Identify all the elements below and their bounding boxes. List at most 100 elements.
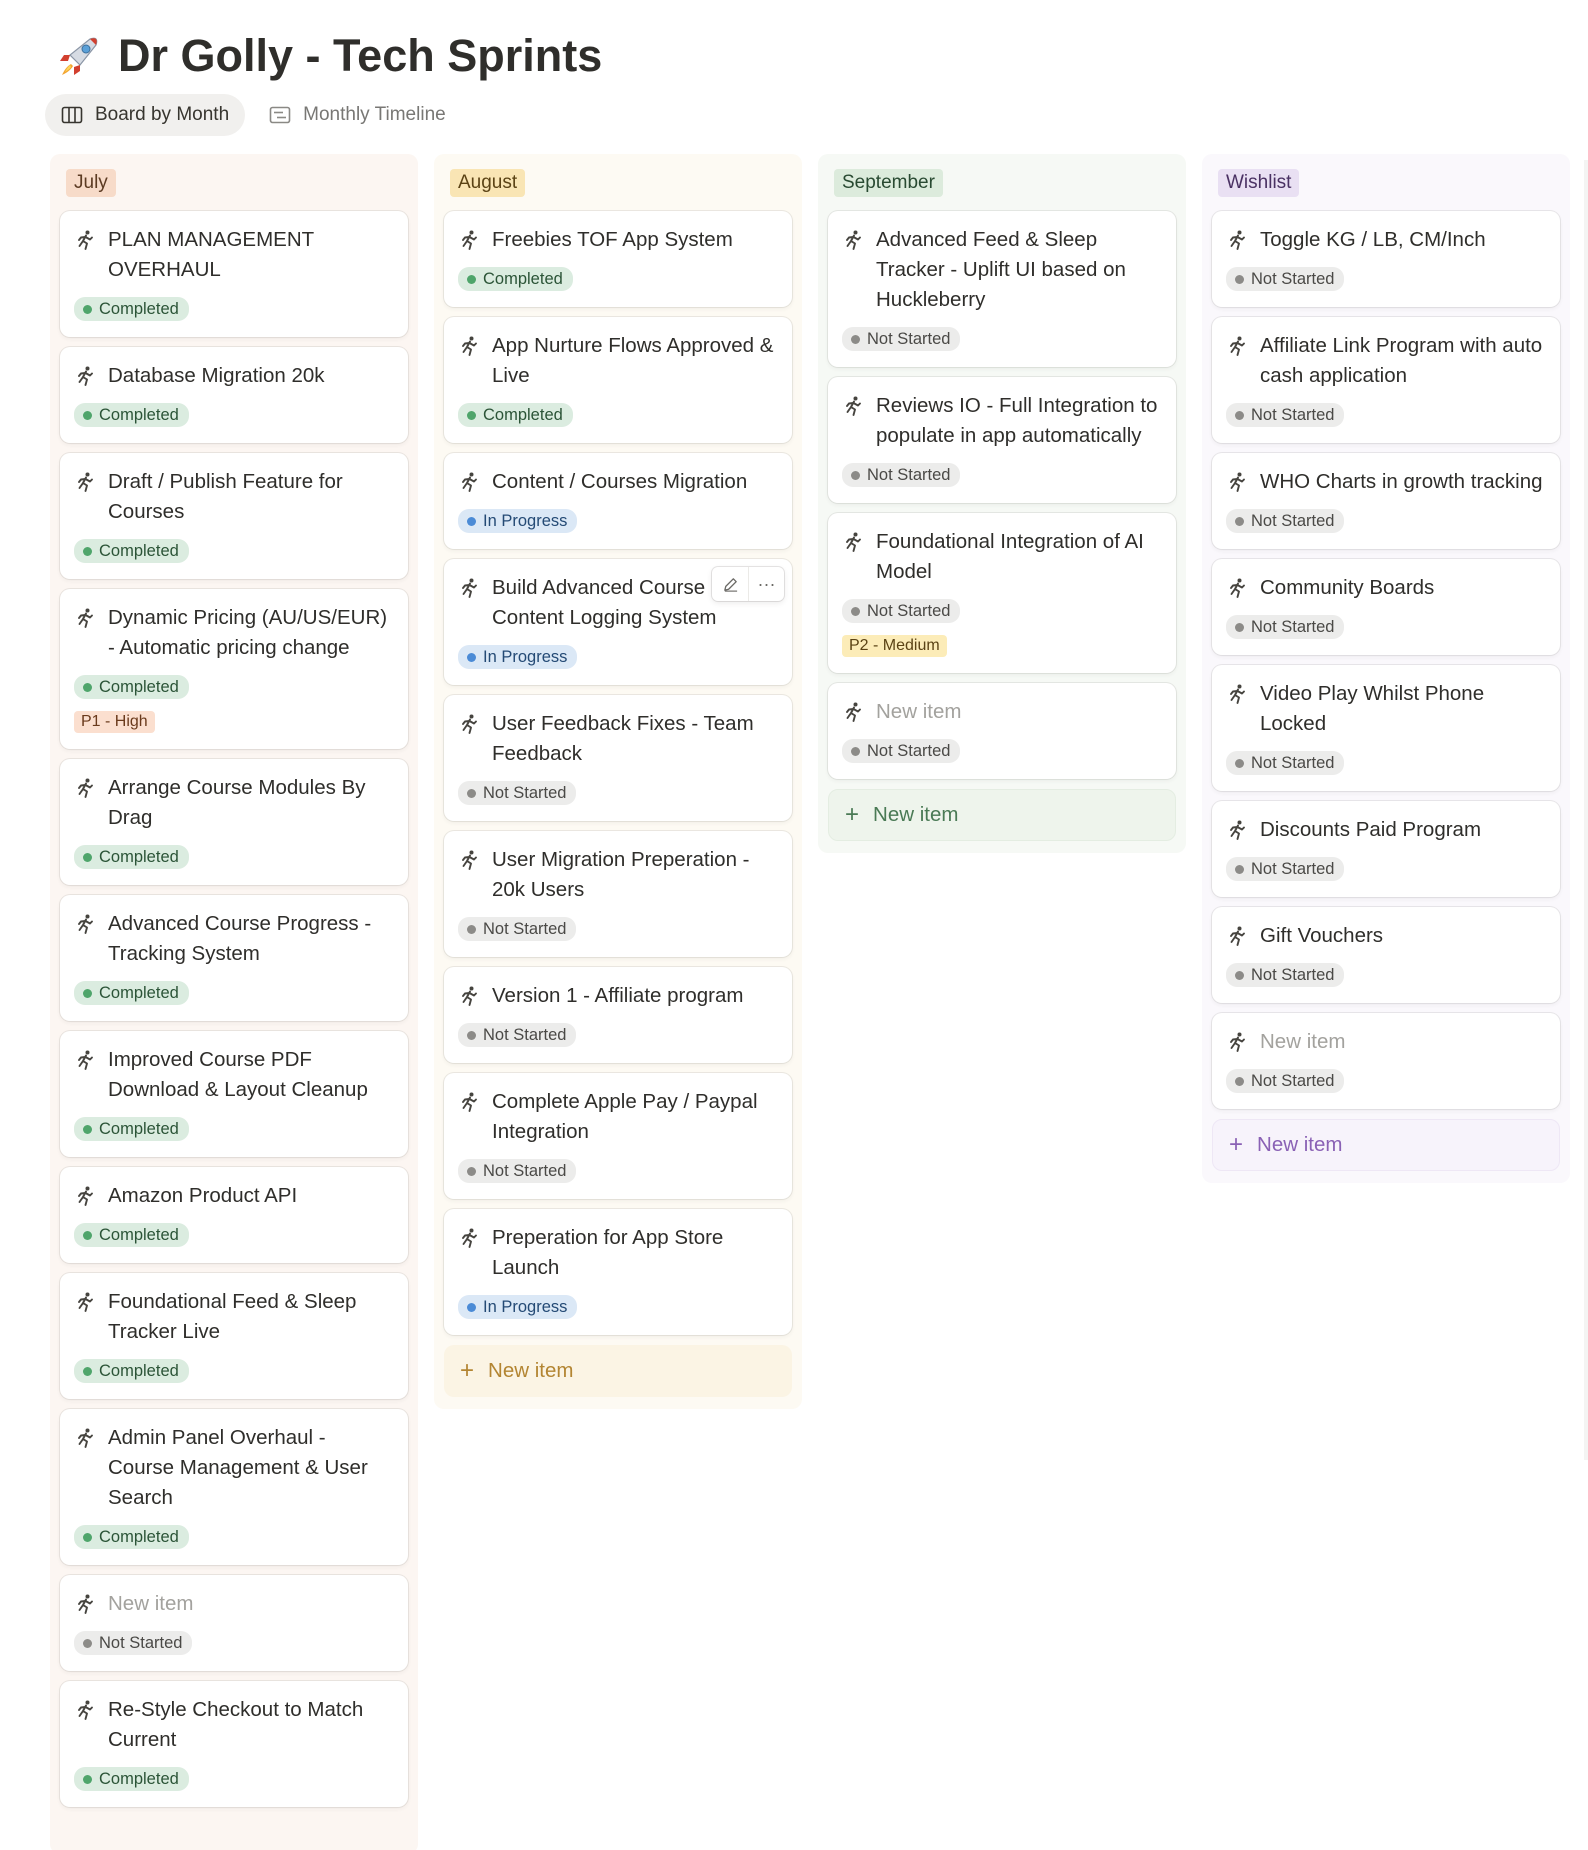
status-label: Completed [99,1225,179,1244]
task-card[interactable]: Reviews IO - Full Integration to populat… [828,377,1176,503]
new-item-label: New item [873,803,959,826]
card-title: Version 1 - Affiliate program [458,981,778,1011]
task-card[interactable]: Advanced Course Progress - Tracking Syst… [60,895,408,1021]
task-card[interactable]: Arrange Course Modules By Drag Completed [60,759,408,885]
plus-icon: + [845,801,860,828]
column-header-september[interactable]: September [834,169,943,197]
status-badge: In Progress [458,645,578,669]
card-title-text: New item [108,1592,194,1615]
status-label: Completed [483,405,563,424]
task-card[interactable]: Re-Style Checkout to Match Current Comple… [60,1681,408,1807]
card-title: Advanced Course Progress - Tracking Syst… [74,909,394,969]
status-dot-icon [83,1532,92,1542]
more-options-icon[interactable]: ··· [748,567,784,601]
card-title-text: Foundational Integration of AI Model [876,530,1144,583]
task-card[interactable]: Freebies TOF App System Completed [444,211,792,307]
task-card[interactable]: Foundational Feed & Sleep Tracker Live Co… [60,1273,408,1399]
status-dot-icon [83,1124,92,1134]
status-badge: Completed [74,297,189,321]
card-properties: Not Started [1226,751,1546,775]
card-title: Amazon Product API [74,1181,394,1211]
running-person-icon [74,365,96,387]
tab-board-by-month[interactable]: Board by Month [45,94,246,136]
status-dot-icon [83,852,92,862]
card-title: New item [1226,1027,1546,1057]
card-properties: In Progress [458,509,778,533]
task-card[interactable]: PLAN MANAGEMENT OVERHAUL Completed [60,211,408,337]
task-card[interactable]: Database Migration 20k Completed [60,347,408,443]
card-properties: Not Started [458,1023,778,1047]
status-badge: Completed [458,403,573,427]
column-header-wishlist[interactable]: Wishlist [1218,169,1300,197]
task-card[interactable]: Community Boards Not Started [1212,559,1560,655]
card-title: User Migration Preperation - 20k Users [458,845,778,905]
plus-icon: + [460,1357,475,1384]
task-card[interactable]: Preperation for App Store Launch In Progr… [444,1209,792,1335]
task-card[interactable]: User Migration Preperation - 20k Users No… [444,831,792,957]
task-card[interactable]: Draft / Publish Feature for Courses Compl… [60,453,408,579]
status-badge: Completed [74,539,189,563]
card-title: Complete Apple Pay / Paypal Integration [458,1087,778,1147]
task-card[interactable]: Advanced Feed & Sleep Tracker - Uplift U… [828,211,1176,367]
running-person-icon [1226,577,1248,599]
card-title: Arrange Course Modules By Drag [74,773,394,833]
edit-pencil-icon[interactable] [712,567,748,601]
task-card[interactable]: Video Play Whilst Phone Locked Not Starte… [1212,665,1560,791]
status-dot-icon [467,274,476,284]
card-title: New item [842,697,1162,727]
new-item-button[interactable]: + New item [828,789,1176,841]
new-item-button[interactable]: + New item [444,1345,792,1397]
card-title: Database Migration 20k [74,361,394,391]
running-person-icon [1226,683,1248,705]
card-title-text: Discounts Paid Program [1260,818,1482,841]
status-dot-icon [467,1166,476,1176]
column-header-july[interactable]: July [66,169,116,197]
task-card[interactable]: New item Not Started [828,683,1176,779]
card-title-text: Toggle KG / LB, CM/Inch [1260,228,1486,251]
task-card[interactable]: Affiliate Link Program with auto cash ap… [1212,317,1560,443]
status-badge: Not Started [842,599,961,623]
task-card[interactable]: Content / Courses Migration In Progress [444,453,792,549]
card-properties: Completed [74,1117,394,1141]
tab-monthly-timeline[interactable]: Monthly Timeline [253,94,462,136]
status-label: In Progress [483,511,568,530]
card-title-text: Improved Course PDF Download & Layout Cl… [108,1048,368,1101]
card-properties: Not Started [1226,1069,1546,1093]
card-title-text: Gift Vouchers [1260,924,1384,947]
running-person-icon [1226,819,1248,841]
priority-badge: P2 - Medium [842,635,947,657]
task-card[interactable]: New item Not Started [60,1575,408,1671]
task-card[interactable]: Discounts Paid Program Not Started [1212,801,1560,897]
task-card[interactable]: Build Advanced Course Content Logging Sy… [444,559,792,685]
rocket-icon [60,37,98,75]
status-label: Completed [99,299,179,318]
running-person-icon [74,1427,96,1449]
running-person-icon [74,1185,96,1207]
task-card[interactable]: Toggle KG / LB, CM/Inch Not Started [1212,211,1560,307]
status-dot-icon [1235,864,1244,874]
status-badge: Not Started [1226,403,1345,427]
task-card[interactable]: WHO Charts in growth tracking Not Started [1212,453,1560,549]
card-title-text: New item [876,700,962,723]
status-badge: Not Started [1226,963,1345,987]
task-card[interactable]: Amazon Product API Completed [60,1167,408,1263]
task-card[interactable]: App Nurture Flows Approved & Live Complet… [444,317,792,443]
vertical-scrollbar[interactable] [1584,160,1588,1460]
task-card[interactable]: User Feedback Fixes - Team Feedback Not S… [444,695,792,821]
running-person-icon [458,849,480,871]
card-title-text: Version 1 - Affiliate program [492,984,744,1007]
status-badge: Completed [74,403,189,427]
task-card[interactable]: Dynamic Pricing (AU/US/EUR) - Automatic … [60,589,408,749]
status-badge: Not Started [1226,857,1345,881]
task-card[interactable]: Version 1 - Affiliate program Not Started [444,967,792,1063]
task-card[interactable]: New item Not Started [1212,1013,1560,1109]
new-item-button[interactable]: + New item [1212,1119,1560,1171]
task-card[interactable]: Gift Vouchers Not Started [1212,907,1560,1003]
task-card[interactable]: Improved Course PDF Download & Layout Cl… [60,1031,408,1157]
task-card[interactable]: Foundational Integration of AI Model Not … [828,513,1176,673]
task-card[interactable]: Complete Apple Pay / Paypal Integration N… [444,1073,792,1199]
card-title: Video Play Whilst Phone Locked [1226,679,1546,739]
column-header-august[interactable]: August [450,169,526,197]
task-card[interactable]: Admin Panel Overhaul - Course Management… [60,1409,408,1565]
card-title-text: Content / Courses Migration [492,470,748,493]
